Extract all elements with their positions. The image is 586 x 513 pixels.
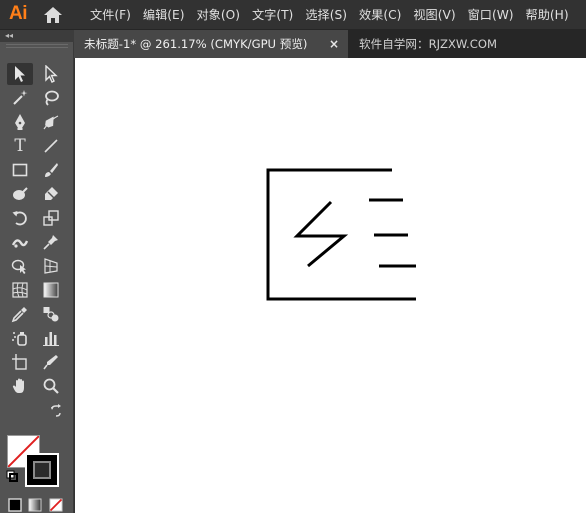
none-swatch-icon [49, 498, 63, 512]
curvature-pen-icon [43, 115, 59, 130]
slice-knife-icon [43, 355, 58, 370]
eyedropper-icon [11, 307, 27, 323]
type-icon: T [14, 136, 26, 156]
default-colors-icon [6, 470, 18, 482]
document-tab-bar: 未标题-1* @ 261.17% (CMYK/GPU 预览) × 软件自学网：R… [74, 30, 586, 58]
zoom-tool[interactable] [38, 375, 64, 397]
shape-builder-icon [11, 259, 26, 274]
eraser-tool[interactable] [38, 183, 64, 205]
artboard-tool[interactable] [7, 351, 33, 373]
line-segment-icon [44, 139, 58, 153]
curvature-tool[interactable] [38, 111, 64, 133]
scale-icon [43, 210, 59, 226]
menu-select[interactable]: 选择(S) [299, 0, 353, 30]
gradient-tool[interactable] [38, 279, 64, 301]
blend-icon [43, 307, 59, 322]
lasso-icon [45, 90, 59, 106]
artboard-icon [12, 354, 27, 370]
puppet-warp-tool[interactable] [38, 231, 64, 253]
toolbar-collapse-button[interactable]: ◂◂ [0, 30, 74, 42]
color-mode-button[interactable] [6, 496, 24, 513]
rectangle-tool[interactable] [7, 159, 33, 181]
width-tool[interactable] [7, 231, 33, 253]
direct-selection-arrow-icon [45, 65, 58, 83]
default-fill-stroke-button[interactable] [3, 467, 21, 485]
pen-tool[interactable] [7, 111, 33, 133]
selection-tool[interactable] [7, 63, 33, 85]
tab-document-other[interactable]: 软件自学网：RJZXW.COM [359, 30, 497, 58]
stroke-inner-square [33, 461, 51, 479]
app-logo: Ai [9, 3, 28, 24]
gradient-icon [43, 282, 59, 298]
artwork-bolt-path [293, 200, 349, 268]
eyedropper-tool[interactable] [7, 303, 33, 325]
swap-fill-stroke-button[interactable] [45, 401, 67, 421]
tools-panel: ◂◂ T [0, 30, 74, 513]
tab-document-active[interactable]: 未标题-1* @ 261.17% (CMYK/GPU 预览) × [74, 30, 348, 58]
magic-wand-tool[interactable] [7, 87, 33, 109]
home-icon [44, 7, 62, 23]
mesh-icon [12, 282, 28, 298]
zoom-magnifier-icon [43, 378, 59, 394]
menu-bar: Ai 文件(F) 编辑(E) 对象(O) 文字(T) 选择(S) 效果(C) 视… [0, 0, 586, 30]
hand-icon [12, 378, 24, 393]
shaper-tool[interactable] [7, 183, 33, 205]
pen-nib-icon [15, 114, 25, 130]
tab-close-button[interactable]: × [327, 37, 341, 51]
menu-view[interactable]: 视图(V) [407, 0, 461, 30]
paintbrush-icon [45, 163, 58, 177]
toolbar-grip[interactable] [6, 44, 68, 48]
selection-arrow-icon [15, 66, 25, 82]
solid-color-icon [8, 498, 22, 512]
menu-file[interactable]: 文件(F) [84, 0, 137, 30]
home-button[interactable] [42, 5, 64, 25]
rotate-icon [12, 211, 27, 226]
blend-tool[interactable] [38, 303, 64, 325]
rectangle-icon [12, 163, 28, 177]
line-segment-tool[interactable] [38, 135, 64, 157]
artboard-canvas[interactable] [75, 58, 586, 513]
artwork-battery-icon [266, 168, 416, 301]
menu-help[interactable]: 帮助(H) [520, 0, 575, 30]
gradient-mode-button[interactable] [26, 496, 44, 513]
stroke-color-swatch[interactable] [25, 453, 59, 487]
scale-tool[interactable] [38, 207, 64, 229]
symbol-sprayer-icon [12, 332, 27, 346]
lasso-tool[interactable] [38, 87, 64, 109]
menu-items: 文件(F) 编辑(E) 对象(O) 文字(T) 选择(S) 效果(C) 视图(V… [84, 0, 575, 30]
slice-tool[interactable] [38, 351, 64, 373]
width-icon [11, 239, 29, 248]
menu-object[interactable]: 对象(O) [191, 0, 246, 30]
menu-type[interactable]: 文字(T) [246, 0, 299, 30]
none-mode-button[interactable] [47, 496, 65, 513]
menu-window[interactable]: 窗口(W) [462, 0, 520, 30]
type-tool[interactable]: T [7, 135, 33, 157]
tab-title: 未标题-1* @ 261.17% (CMYK/GPU 预览) [84, 37, 308, 51]
perspective-grid-tool[interactable] [38, 255, 64, 277]
column-graph-tool[interactable] [38, 327, 64, 349]
magic-wand-icon [13, 90, 28, 105]
swap-arrows-icon [51, 404, 61, 417]
pin-icon [43, 235, 58, 250]
shape-builder-tool[interactable] [7, 255, 33, 277]
menu-effect[interactable]: 效果(C) [353, 0, 407, 30]
hand-tool[interactable] [7, 375, 33, 397]
gradient-swatch-icon [28, 498, 42, 512]
mesh-tool[interactable] [7, 279, 33, 301]
column-graph-icon [43, 332, 59, 346]
eraser-icon [45, 187, 58, 200]
rotate-tool[interactable] [7, 207, 33, 229]
paintbrush-tool[interactable] [38, 159, 64, 181]
direct-selection-tool[interactable] [38, 63, 64, 85]
perspective-grid-icon [44, 258, 58, 274]
symbol-sprayer-tool[interactable] [7, 327, 33, 349]
menu-edit[interactable]: 编辑(E) [137, 0, 191, 30]
shaper-icon [13, 187, 28, 200]
